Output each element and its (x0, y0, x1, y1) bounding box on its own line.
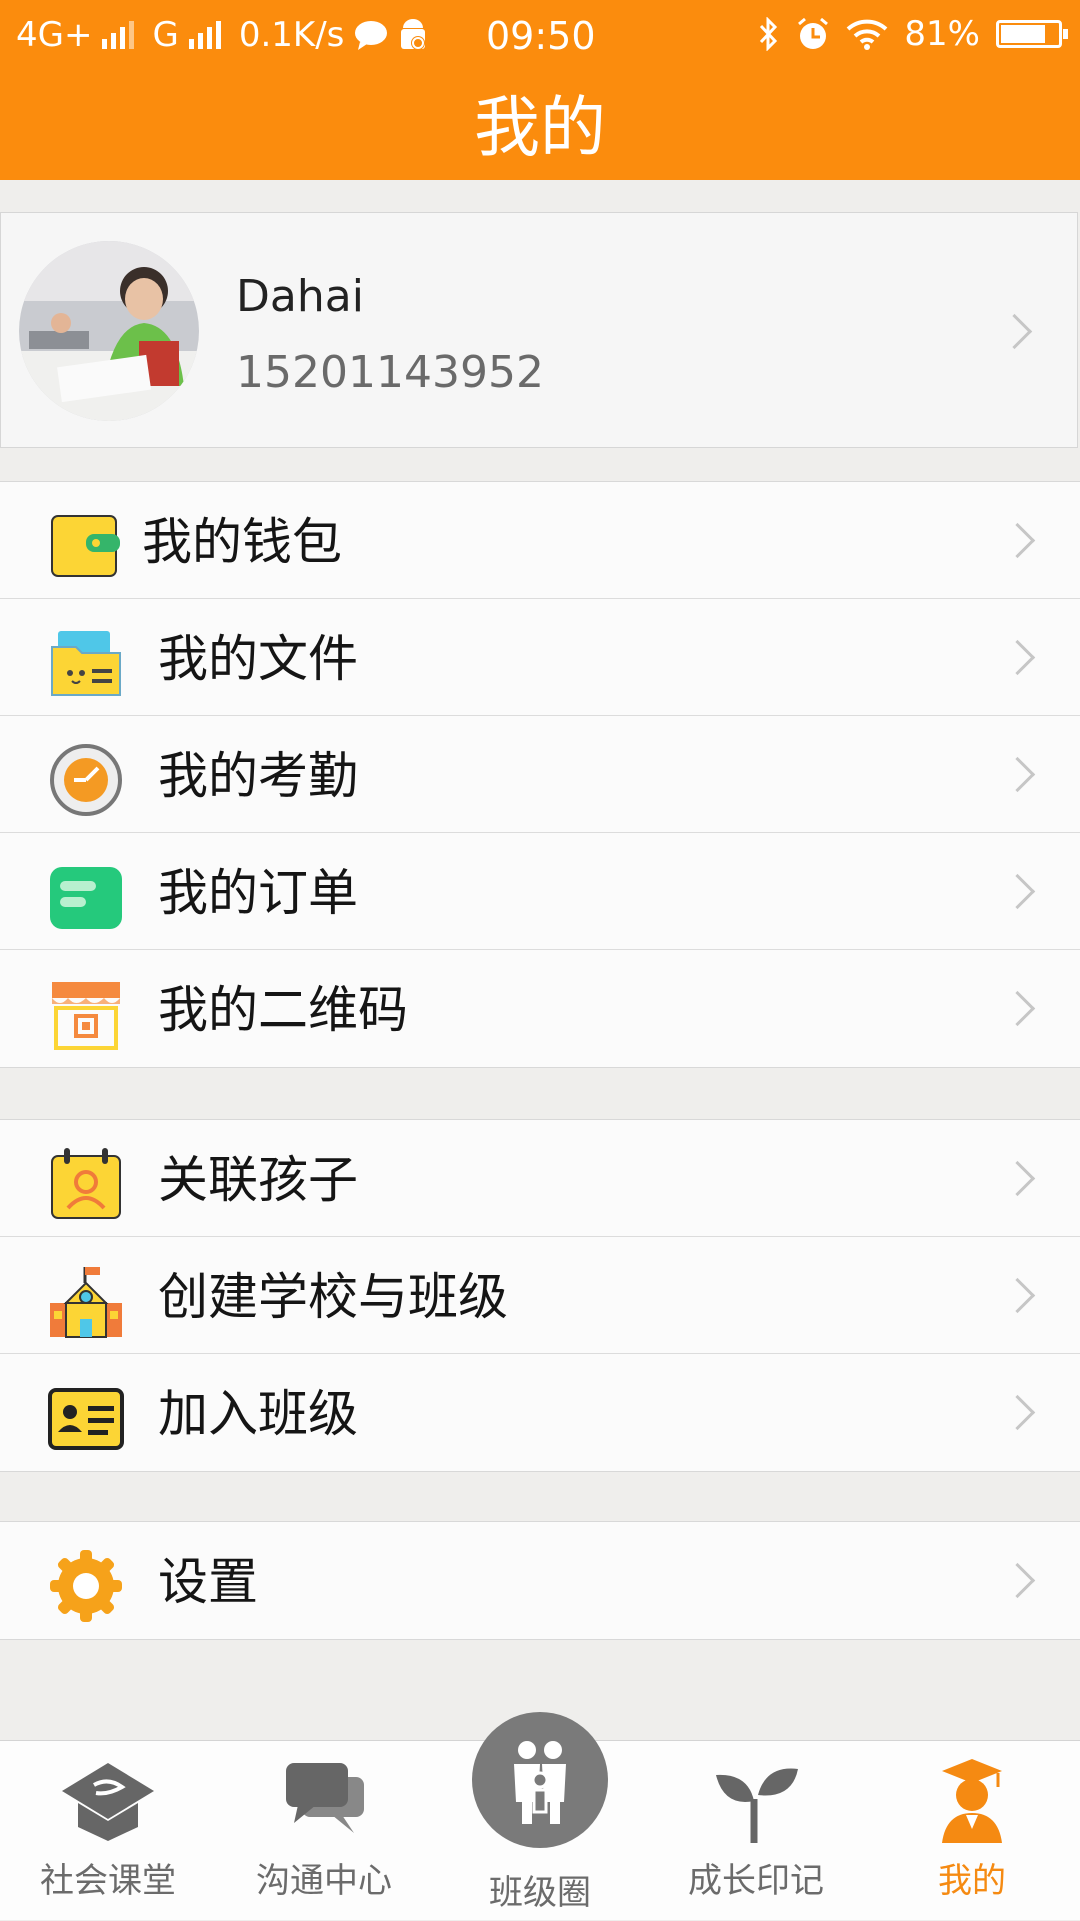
status-bar: 4G+ G 0.1K/s 09:50 81% (0, 0, 1080, 72)
menu-group-settings: 设置 (0, 1521, 1080, 1640)
class-circle-button[interactable] (472, 1712, 608, 1848)
tab-label: 成长印记 (688, 1861, 824, 1901)
tab-communication[interactable]: 沟通中心 (216, 1741, 432, 1921)
bluetooth-icon (760, 17, 778, 51)
status-time: 09:50 (486, 14, 596, 58)
chevron-right-icon (999, 756, 1036, 793)
top-bar: 4G+ G 0.1K/s 09:50 81% 我的 (0, 0, 1080, 180)
menu-item-label: 我的订单 (158, 864, 358, 922)
menu-item-label: 我的二维码 (158, 981, 408, 1039)
chevron-right-icon (999, 639, 1036, 676)
chevron-right-icon (996, 313, 1033, 350)
alarm-icon (798, 17, 829, 49)
menu-item-label: 我的考勤 (158, 747, 358, 805)
order-icon (50, 867, 122, 929)
folder-icon (51, 631, 121, 696)
tab-label: 我的 (938, 1861, 1006, 1901)
network-label-1: 4G+ (16, 15, 93, 55)
chevron-right-icon (999, 873, 1036, 910)
menu-item-label: 我的文件 (158, 630, 358, 688)
android-icon (401, 19, 426, 50)
chevron-right-icon (999, 522, 1036, 559)
avatar (19, 241, 199, 421)
family-icon (514, 1741, 566, 1824)
graduation-icon (62, 1763, 154, 1841)
menu-item-files[interactable]: 我的文件 (0, 599, 1080, 716)
chevron-right-icon (999, 1394, 1036, 1431)
profile-card[interactable]: Dahai 15201143952 (0, 212, 1078, 448)
menu-item-create-school[interactable]: 创建学校与班级 (0, 1237, 1080, 1354)
tab-label: 沟通中心 (256, 1861, 392, 1901)
battery-percent: 81% (904, 14, 980, 54)
menu-item-label: 我的钱包 (142, 513, 342, 571)
profile-name: Dahai (236, 271, 364, 322)
chevron-right-icon (999, 1160, 1036, 1197)
menu-group-account: 我的钱包 我的文件 我的考勤 我的订单 我的二维码 (0, 481, 1080, 1068)
menu-item-label: 加入班级 (158, 1385, 358, 1443)
clock-icon (50, 744, 122, 816)
tab-growth[interactable]: 成长印记 (648, 1741, 864, 1921)
wifi-icon (847, 19, 888, 50)
network-speed: 0.1K/s (238, 15, 345, 55)
menu-item-attendance[interactable]: 我的考勤 (0, 716, 1080, 833)
menu-item-label: 关联孩子 (158, 1151, 358, 1209)
menu-item-label: 设置 (158, 1553, 258, 1611)
menu-item-label: 创建学校与班级 (158, 1268, 508, 1326)
chevron-right-icon (999, 990, 1036, 1027)
id-card-icon (48, 1388, 124, 1450)
tab-social-classroom[interactable]: 社会课堂 (0, 1741, 216, 1921)
school-icon (50, 1267, 122, 1338)
chevron-right-icon (999, 1277, 1036, 1314)
tab-mine[interactable]: 我的 (864, 1741, 1080, 1921)
page-title: 我的 (474, 89, 606, 166)
chat-icon (286, 1763, 364, 1833)
menu-group-class: 关联孩子 创建学校与班级 加入班级 (0, 1119, 1080, 1472)
menu-item-orders[interactable]: 我的订单 (0, 833, 1080, 950)
tab-label: 社会课堂 (40, 1861, 176, 1901)
battery-icon (996, 20, 1068, 48)
network-label-2: G (152, 15, 179, 55)
tab-label: 班级圈 (489, 1873, 591, 1913)
signal-icon-2 (188, 21, 221, 49)
sprout-icon (716, 1768, 798, 1843)
profile-phone: 15201143952 (236, 347, 544, 398)
store-qrcode-icon (52, 982, 120, 1050)
menu-item-wallet[interactable]: 我的钱包 (0, 482, 1080, 599)
menu-item-link-child[interactable]: 关联孩子 (0, 1120, 1080, 1237)
wallet-icon (51, 515, 120, 577)
gear-icon (50, 1550, 122, 1622)
menu-item-settings[interactable]: 设置 (0, 1522, 1080, 1639)
menu-item-join-class[interactable]: 加入班级 (0, 1354, 1080, 1471)
chevron-right-icon (999, 1562, 1036, 1599)
signal-icon (102, 21, 135, 49)
child-card-icon (51, 1148, 121, 1219)
message-icon (355, 21, 388, 50)
menu-item-qrcode[interactable]: 我的二维码 (0, 950, 1080, 1067)
student-icon (942, 1759, 1002, 1843)
